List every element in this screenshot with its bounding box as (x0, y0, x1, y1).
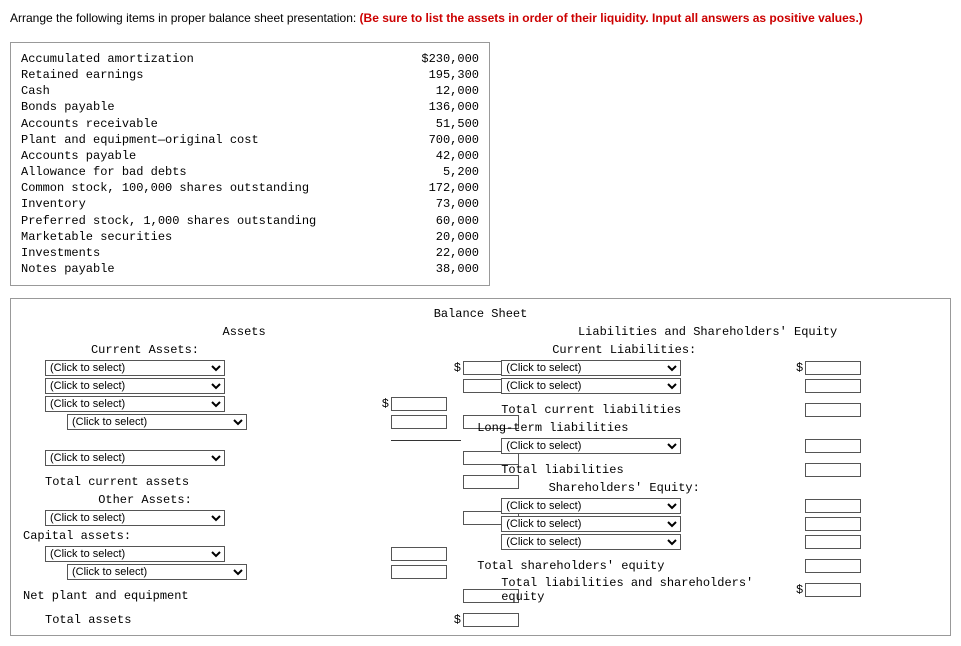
asset-select-4[interactable]: (Click to select) (67, 414, 247, 430)
total-current-liab-label: Total current liabilities (471, 403, 771, 417)
current-assets-heading: Current Assets: (17, 343, 267, 357)
dollar-sign: $ (449, 613, 463, 627)
item-label: Plant and equipment—original cost (21, 132, 351, 148)
item-label: Allowance for bad debts (21, 164, 351, 180)
item-label: Preferred stock, 1,000 shares outstandin… (21, 213, 351, 229)
asset-select-3[interactable]: (Click to select) (45, 396, 225, 412)
liab-amount-2[interactable] (805, 379, 861, 393)
total-sh-equity-amount[interactable] (805, 559, 861, 573)
capital-assets-heading: Capital assets: (17, 529, 267, 543)
balance-sheet-box: Balance Sheet Assets Current Assets: (Cl… (10, 298, 951, 636)
total-liab-amount[interactable] (805, 463, 861, 477)
item-value: 73,000 (399, 196, 479, 212)
total-liab-sh-amount[interactable] (805, 583, 861, 597)
total-liab-label: Total liabilities (471, 463, 771, 477)
item-label: Inventory (21, 196, 351, 212)
item-label: Cash (21, 83, 351, 99)
total-current-assets-label: Total current assets (17, 475, 267, 489)
liab-select-2[interactable]: (Click to select) (501, 378, 681, 394)
item-label: Accumulated amortization (21, 51, 351, 67)
item-label: Retained earnings (21, 67, 351, 83)
equity-amount-1[interactable] (805, 499, 861, 513)
equity-amount-2[interactable] (805, 517, 861, 531)
shareholders-equity-heading: Shareholders' Equity: (471, 481, 771, 495)
item-label: Accounts payable (21, 148, 351, 164)
capital-asset-sub-1[interactable] (391, 547, 447, 561)
equity-select-1[interactable]: (Click to select) (501, 498, 681, 514)
other-assets-heading: Other Assets: (17, 493, 267, 507)
instruction-text: Arrange the following items in proper ba… (10, 10, 951, 27)
total-assets-label: Total assets (17, 613, 267, 627)
lt-liab-amount-1[interactable] (805, 439, 861, 453)
item-value: 172,000 (399, 180, 479, 196)
net-plant-label: Net plant and equipment (17, 589, 267, 603)
asset-select-1[interactable]: (Click to select) (45, 360, 225, 376)
item-label: Marketable securities (21, 229, 351, 245)
item-value: 60,000 (399, 213, 479, 229)
dollar-sign: $ (791, 583, 805, 597)
long-term-liab-heading: Long-term liabilities (471, 421, 771, 435)
equity-select-3[interactable]: (Click to select) (501, 534, 681, 550)
item-value: 5,200 (399, 164, 479, 180)
item-value: 51,500 (399, 116, 479, 132)
item-label: Notes payable (21, 261, 351, 277)
lt-liab-select-1[interactable]: (Click to select) (501, 438, 681, 454)
asset-sub-amount-3[interactable] (391, 397, 447, 411)
equity-amount-3[interactable] (805, 535, 861, 549)
capital-asset-select-2[interactable]: (Click to select) (67, 564, 247, 580)
item-value: 22,000 (399, 245, 479, 261)
instruction-prefix: Arrange the following items in proper ba… (10, 11, 360, 25)
total-liab-sh-label: Total liabilities and shareholders' equi… (471, 576, 771, 604)
instruction-red: (Be sure to list the assets in order of … (360, 11, 863, 25)
item-value: 700,000 (399, 132, 479, 148)
equity-select-2[interactable]: (Click to select) (501, 516, 681, 532)
underline (391, 440, 461, 441)
capital-asset-sub-2[interactable] (391, 565, 447, 579)
item-label: Accounts receivable (21, 116, 351, 132)
item-value: 12,000 (399, 83, 479, 99)
item-label: Common stock, 100,000 shares outstanding (21, 180, 351, 196)
asset-sub-amount-4[interactable] (391, 415, 447, 429)
liab-select-1[interactable]: (Click to select) (501, 360, 681, 376)
total-current-liab-amount[interactable] (805, 403, 861, 417)
other-asset-select-1[interactable]: (Click to select) (45, 510, 225, 526)
asset-select-5[interactable]: (Click to select) (45, 450, 225, 466)
dollar-sign: $ (449, 361, 463, 375)
item-value: 42,000 (399, 148, 479, 164)
dollar-sign: $ (791, 361, 805, 375)
capital-asset-select-1[interactable]: (Click to select) (45, 546, 225, 562)
item-value: 20,000 (399, 229, 479, 245)
item-value: 136,000 (399, 99, 479, 115)
item-label: Bonds payable (21, 99, 351, 115)
assets-header: Assets (17, 325, 471, 339)
dollar-sign: $ (377, 397, 391, 411)
sheet-title: Balance Sheet (17, 307, 944, 321)
item-value: $230,000 (399, 51, 479, 67)
total-sh-equity-label: Total shareholders' equity (471, 559, 771, 573)
liab-amount-1[interactable] (805, 361, 861, 375)
current-liabilities-heading: Current Liabilities: (471, 343, 771, 357)
given-items-box: Accumulated amortization $230,000 Retaine… (10, 42, 490, 287)
liab-header: Liabilities and Shareholders' Equity (471, 325, 944, 339)
item-label: Investments (21, 245, 351, 261)
item-value: 38,000 (399, 261, 479, 277)
item-value: 195,300 (399, 67, 479, 83)
asset-select-2[interactable]: (Click to select) (45, 378, 225, 394)
